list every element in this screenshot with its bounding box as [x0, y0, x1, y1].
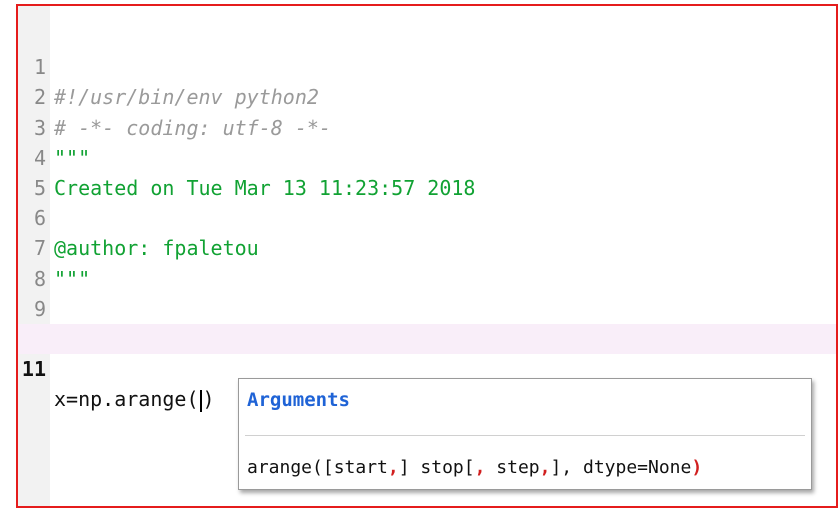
code-line-4[interactable]: 4 Created on Tue Mar 13 11:23:57 2018 [18, 113, 836, 200]
code-before-caret: x=np.arange( [54, 387, 199, 412]
code-line-8[interactable]: 8 [18, 233, 836, 291]
code-line-11-current[interactable]: 11 x=np.arange() [18, 323, 836, 412]
sig-start: [start [322, 457, 388, 478]
text-caret [199, 389, 202, 412]
code-after-caret: ) [202, 387, 215, 412]
calltip-popup: Arguments arange([start,] stop[, step,],… [238, 378, 812, 490]
arange-call: x=np.arange() [54, 384, 215, 414]
code-line-3[interactable]: 3 """ [18, 82, 836, 170]
calltip-title: Arguments [247, 389, 350, 411]
sig-comma: , [539, 457, 551, 478]
calltip-signature: arange([start,] stop[, step,], dtype=Non… [247, 457, 702, 478]
sig-dtype: ], dtype=None [550, 457, 692, 478]
line-number: 11 [21, 357, 46, 382]
code-line-10[interactable]: 10 [18, 294, 836, 351]
sig-close-paren: ) [691, 457, 703, 478]
editor-frame: 1 #!/usr/bin/env python2 2 # -*- coding:… [16, 4, 838, 508]
sig-comma: , [474, 457, 486, 478]
sig-stop: ] stop[ [398, 457, 475, 478]
code-line-5[interactable]: 5 [18, 143, 836, 200]
calltip-divider [245, 435, 805, 436]
sig-comma: , [387, 457, 399, 478]
code-line-9[interactable]: 9 import numpy as np [18, 264, 836, 351]
code-line-1[interactable]: 1 #!/usr/bin/env python2 [18, 22, 836, 109]
code-editor[interactable]: 1 #!/usr/bin/env python2 2 # -*- coding:… [18, 22, 836, 412]
code-line-6[interactable]: 6 @author: fpaletou [18, 173, 836, 260]
sig-func-open: arange( [247, 457, 323, 478]
code-line-7[interactable]: 7 """ [18, 203, 836, 290]
sig-step: step [485, 457, 540, 478]
code-line-2[interactable]: 2 # -*- coding: utf-8 -*- [18, 52, 836, 139]
